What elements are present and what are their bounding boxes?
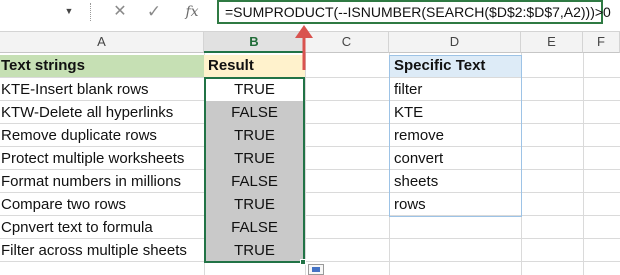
column-header-d[interactable]: D — [389, 32, 521, 53]
text-string-cell[interactable]: Filter across multiple sheets — [0, 239, 204, 262]
gridline — [583, 53, 584, 275]
formula-text: =SUMPRODUCT(--ISNUMBER(SEARCH($D$2:$D$7,… — [225, 4, 611, 20]
formula-bar-separator — [90, 3, 92, 21]
quick-analysis-icon[interactable] — [308, 264, 324, 275]
result-cell[interactable]: FALSE — [204, 216, 305, 239]
red-arrow-icon — [295, 25, 313, 70]
column-header-a[interactable]: A — [0, 32, 204, 53]
text-string-cell[interactable]: KTE-Insert blank rows — [0, 78, 204, 101]
result-cell[interactable]: TRUE — [204, 193, 305, 216]
column-header-f[interactable]: F — [583, 32, 620, 53]
name-box-dropdown-icon[interactable]: ▼ — [62, 4, 76, 18]
specific-text-table-border — [389, 55, 522, 217]
enter-icon[interactable]: ✓ — [142, 1, 166, 23]
result-cell[interactable]: TRUE — [204, 124, 305, 147]
insert-function-icon[interactable]: fx — [180, 1, 204, 23]
result-cell[interactable]: FALSE — [204, 101, 305, 124]
column-header-c[interactable]: C — [305, 32, 389, 53]
gridline — [305, 53, 306, 275]
result-cell[interactable]: FALSE — [204, 170, 305, 193]
result-cell[interactable]: TRUE — [204, 147, 305, 170]
text-string-cell[interactable]: Compare two rows — [0, 193, 204, 216]
text-string-cell[interactable]: Protect multiple worksheets — [0, 147, 204, 170]
header-text-strings[interactable]: Text strings — [0, 55, 204, 77]
text-string-cell[interactable]: Remove duplicate rows — [0, 124, 204, 147]
fill-handle[interactable] — [300, 259, 306, 265]
text-string-cell[interactable]: Format numbers in millions — [0, 170, 204, 193]
column-header-b[interactable]: B — [204, 32, 305, 53]
result-cell[interactable]: TRUE — [204, 239, 305, 262]
text-string-cell[interactable]: KTW-Delete all hyperlinks — [0, 101, 204, 124]
text-string-cell[interactable]: Cpnvert text to formula — [0, 216, 204, 239]
result-cell[interactable]: TRUE — [204, 78, 305, 101]
cancel-icon[interactable]: ✕ — [108, 1, 132, 23]
header-result[interactable]: Result — [204, 55, 305, 77]
column-header-e[interactable]: E — [521, 32, 583, 53]
